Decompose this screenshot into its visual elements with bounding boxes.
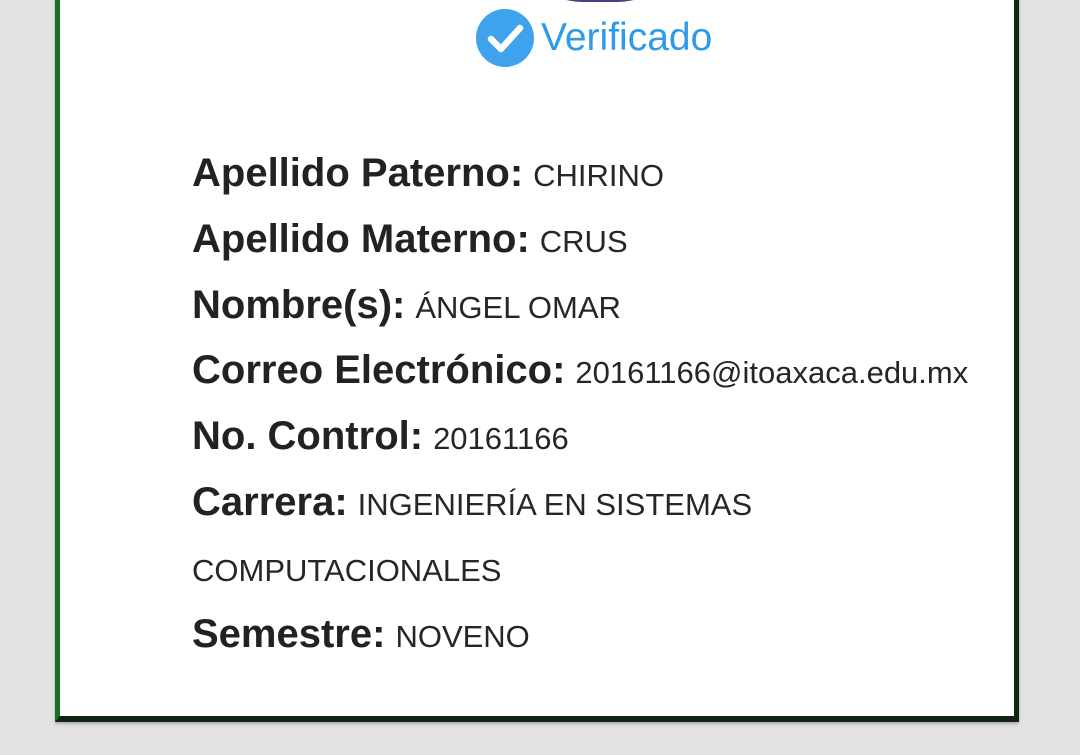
student-id-card: Verificado Apellido Paterno: CHIRINO Apel…: [55, 0, 1019, 722]
verified-label: Verificado: [541, 16, 713, 59]
check-circle-icon: [476, 9, 534, 67]
field-value: 20161166: [433, 421, 569, 457]
field-label: Semestre:: [192, 611, 386, 656]
field-value: COMPUTACIONALES: [192, 552, 502, 588]
field-semestre: Semestre: NOVENO: [192, 603, 1042, 669]
field-value: INGENIERÍA EN SISTEMAS: [357, 486, 753, 522]
student-info: Apellido Paterno: CHIRINO Apellido Matern…: [192, 142, 1042, 668]
avatar: [520, 0, 680, 2]
field-value: NOVENO: [395, 618, 530, 654]
field-no-control: No. Control: 20161166: [192, 405, 1042, 471]
field-apellido-paterno: Apellido Paterno: CHIRINO: [192, 142, 1042, 208]
field-carrera-continued: COMPUTACIONALES: [192, 537, 1042, 603]
field-value: CRUS: [539, 223, 628, 259]
field-value: CHIRINO: [533, 158, 665, 193]
field-label: Nombre(s):: [192, 282, 406, 327]
field-value: ÁNGEL OMAR: [415, 289, 621, 325]
field-apellido-materno: Apellido Materno: CRUS: [192, 208, 1042, 274]
field-label: Correo Electrónico:: [192, 348, 566, 393]
field-label: Carrera:: [192, 479, 348, 524]
field-carrera: Carrera: INGENIERÍA EN SISTEMAS: [192, 471, 1042, 537]
field-label: No. Control:: [192, 414, 424, 459]
field-value: 20161166@itoaxaca.edu.mx: [575, 355, 969, 391]
field-label: Apellido Paterno:: [192, 151, 524, 195]
field-correo: Correo Electrónico: 20161166@itoaxaca.edu…: [192, 339, 1042, 405]
field-label: Apellido Materno:: [192, 216, 530, 261]
verified-badge: Verificado: [475, 8, 712, 68]
field-nombres: Nombre(s): ÁNGEL OMAR: [192, 274, 1042, 340]
